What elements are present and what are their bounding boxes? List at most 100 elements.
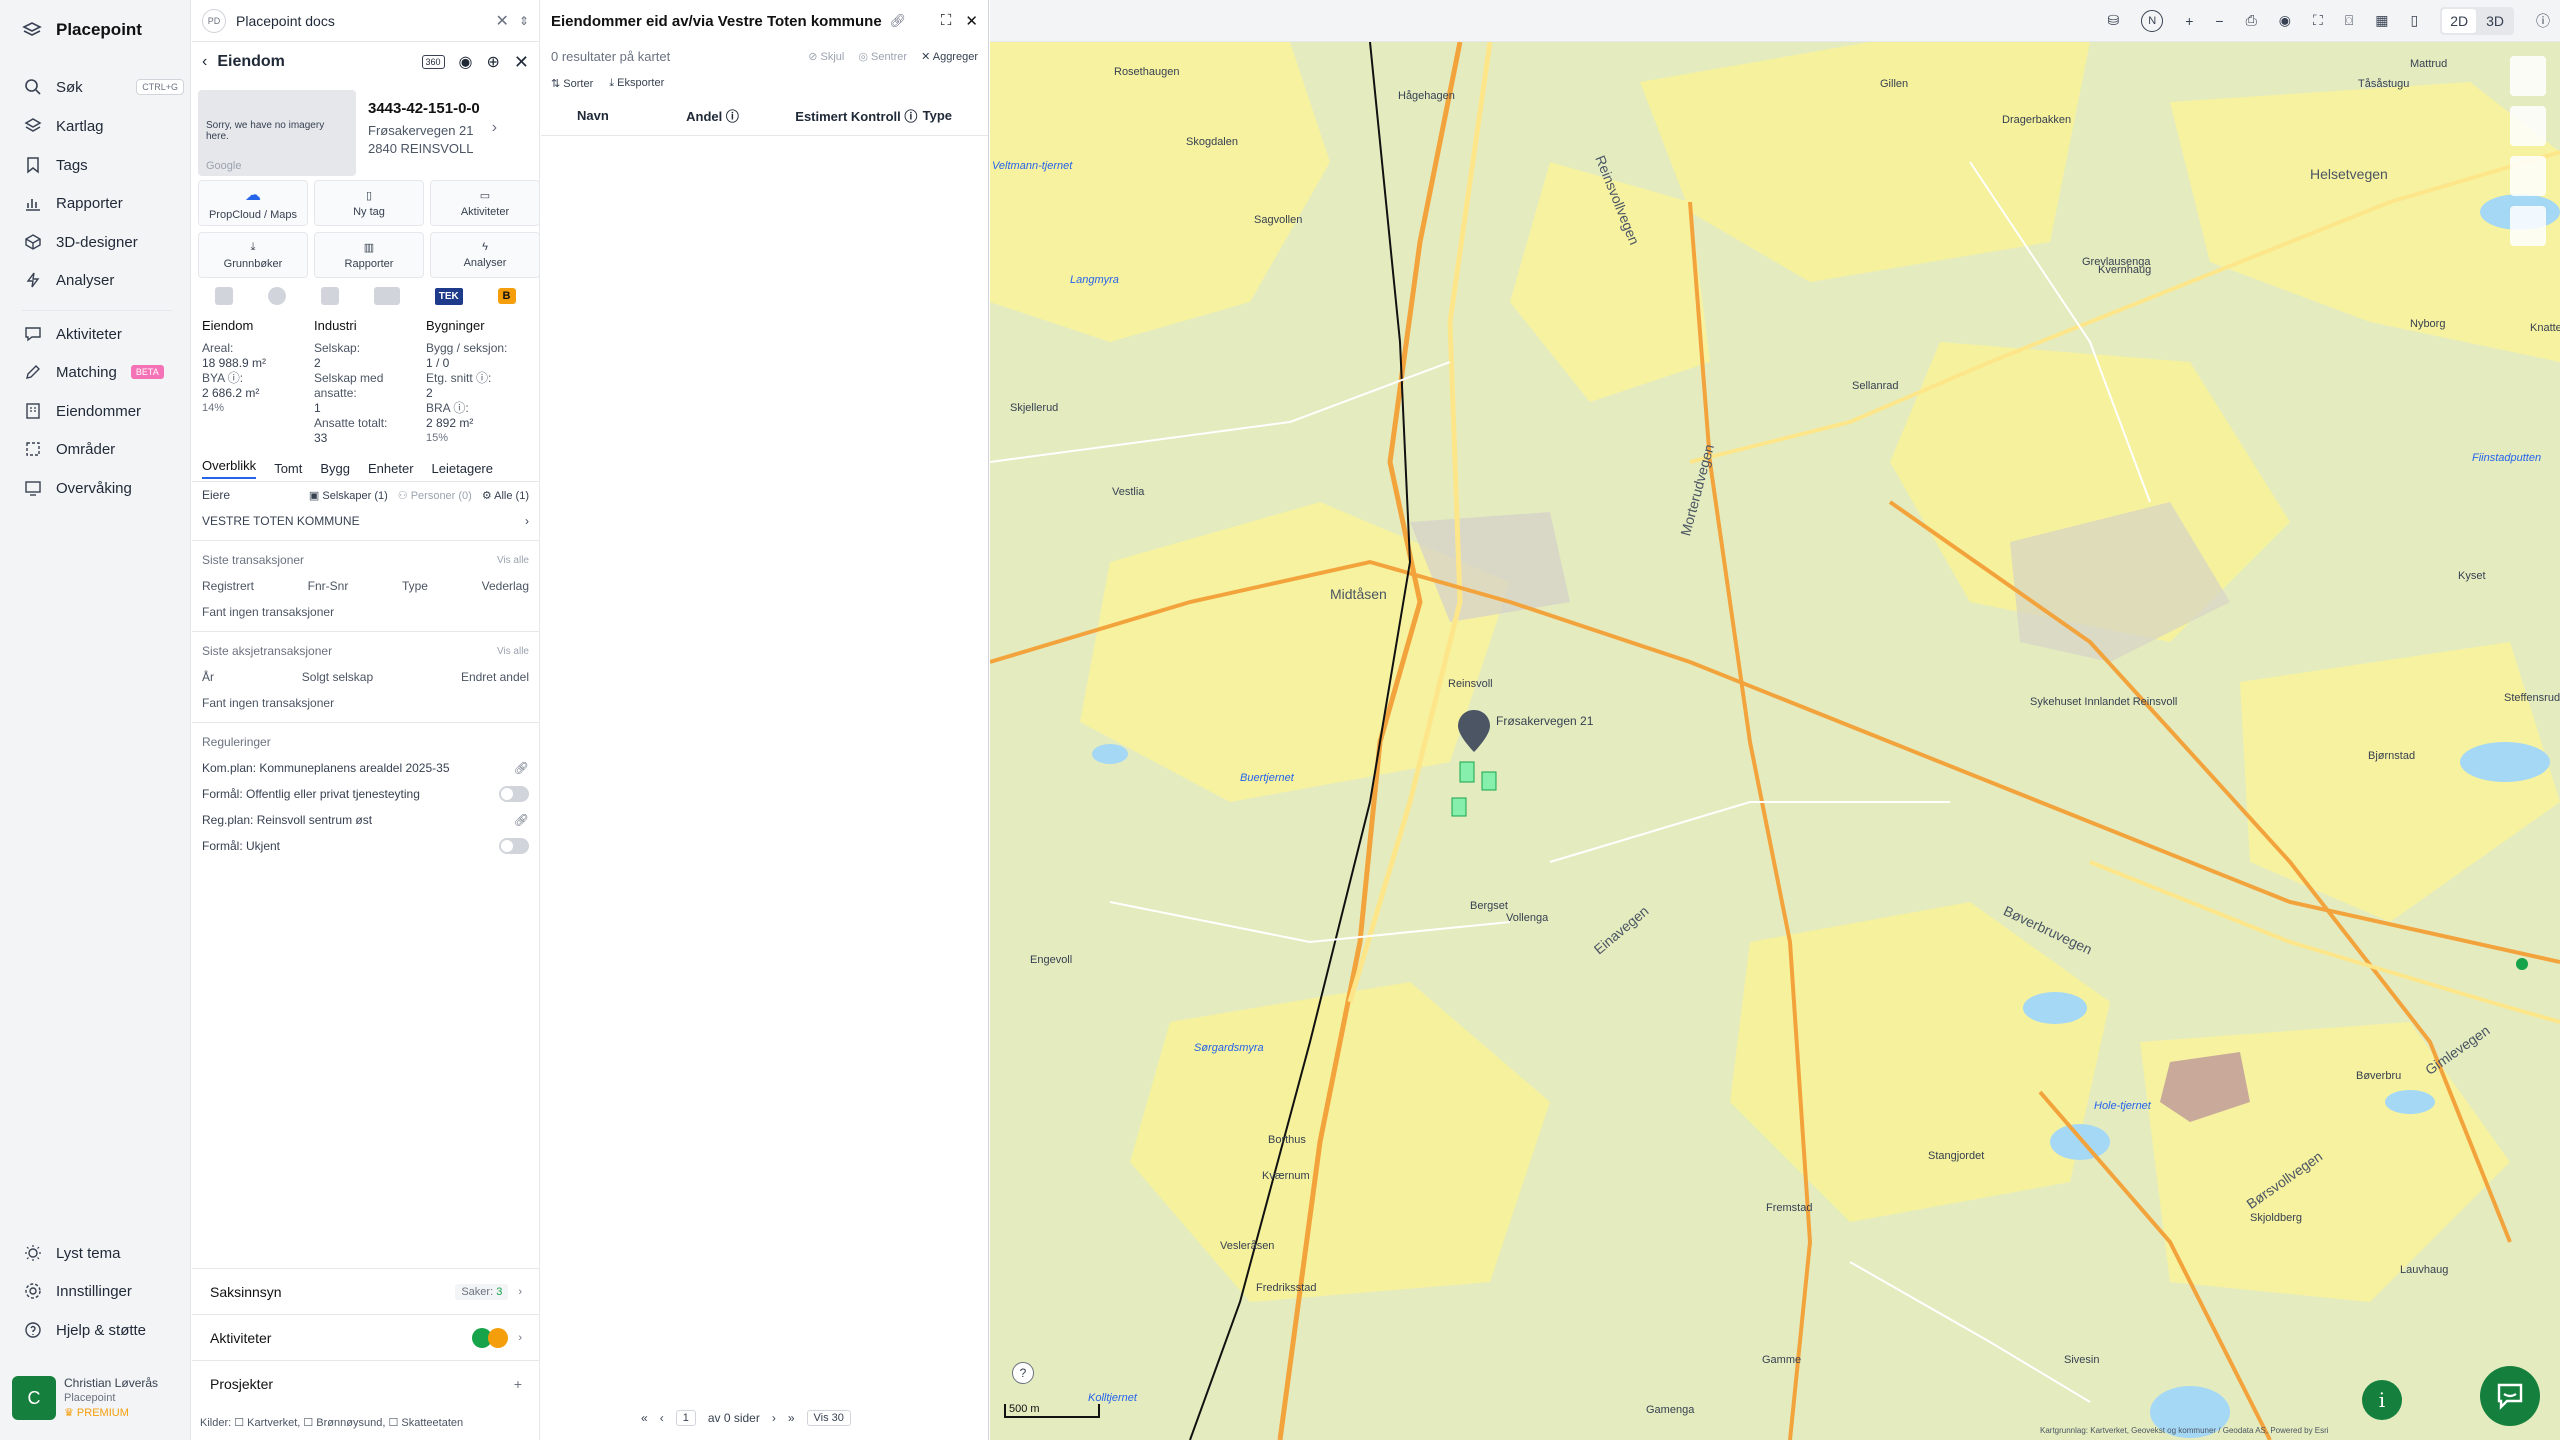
aktiviteter-row[interactable]: Aktiviteter › — [192, 1314, 540, 1360]
nav-omrader[interactable]: Områder — [24, 434, 184, 464]
mode-2d-button[interactable]: 2D — [2442, 8, 2477, 33]
plant-icon[interactable] — [321, 287, 340, 305]
vis-alle-link[interactable]: Vis alle — [497, 555, 529, 566]
filter-alle[interactable]: ⚙ Alle (1) — [482, 489, 529, 502]
globe-icon[interactable] — [2510, 56, 2546, 96]
nav-aktiviteter[interactable]: Aktiviteter — [24, 319, 184, 349]
expand-icon[interactable]: ⇕ — [519, 14, 529, 28]
prosjekter-row[interactable]: Prosjekter + — [192, 1360, 540, 1406]
property-card[interactable]: Sorry, we have no imagery here. Google 3… — [192, 82, 539, 176]
saksinnsyn-row[interactable]: Saksinnsyn Saker: 3 › — [192, 1268, 540, 1314]
link-icon[interactable]: 🔗︎ — [514, 813, 529, 827]
hide-button[interactable]: ⊘ Skjul — [808, 50, 844, 63]
fullscreen-icon[interactable]: ⛶ — [2313, 12, 2323, 29]
nav-kartlag[interactable]: Kartlag — [24, 111, 184, 141]
eye-icon[interactable]: ◉ — [2279, 12, 2291, 29]
col-header[interactable]: Estimert Kontroll ⓘ — [795, 106, 922, 125]
sort-button[interactable]: ⇅ Sorter — [551, 77, 593, 90]
owner-row[interactable]: VESTRE TOTEN KOMMUNE › — [192, 508, 539, 534]
filter-personer[interactable]: ⚇ Personer (0) — [398, 489, 472, 502]
map-help-button[interactable]: ? — [1012, 1362, 1034, 1384]
tile-propcloud[interactable]: ☁ PropCloud / Maps — [198, 180, 308, 226]
user-card[interactable]: C Christian Løverås Placepoint ♛ PREMIUM — [12, 1370, 180, 1426]
b-badge[interactable]: B — [497, 288, 516, 304]
vis-alle-link[interactable]: Vis alle — [497, 646, 529, 657]
buildings-icon[interactable] — [373, 287, 400, 305]
nav-innstillinger[interactable]: Innstillinger — [24, 1276, 184, 1306]
nav-eiendommer[interactable]: Eiendommer — [24, 396, 184, 426]
regulation-toggle[interactable] — [499, 838, 529, 854]
globe-icon[interactable] — [268, 287, 287, 305]
tile-grunnboker[interactable]: ⤓ Grunnbøker — [198, 232, 308, 278]
center-button[interactable]: ◎ Sentrer — [858, 50, 907, 63]
tab-overblikk[interactable]: Overblikk — [202, 458, 257, 479]
add-icon[interactable]: + — [514, 1376, 522, 1392]
close-icon[interactable]: ✕ — [496, 11, 509, 31]
nav-search[interactable]: Søk CTRL+G — [24, 72, 184, 102]
chevron-right-icon[interactable]: › — [492, 119, 497, 137]
last-page-icon[interactable]: » — [788, 1411, 795, 1425]
zoom-in-button[interactable]: + — [2185, 13, 2193, 29]
view360-icon[interactable]: 360 — [421, 55, 445, 69]
nav-tags[interactable]: Tags — [24, 150, 184, 180]
back-icon[interactable]: ‹ — [202, 53, 207, 71]
camera-icon[interactable]: ⌼ — [2345, 12, 2353, 29]
page-size-select[interactable]: Vis 30 — [806, 1410, 851, 1426]
bookmark-icon[interactable]: ▯ — [2410, 12, 2418, 29]
target-icon[interactable]: ⊕ — [487, 52, 500, 72]
tab-leietagere[interactable]: Leietagere — [432, 461, 493, 476]
nav-3d-designer[interactable]: 3D-designer — [24, 227, 184, 257]
regulation-row[interactable]: Kom.plan: Kommuneplanens arealdel 2025-3… — [192, 755, 539, 781]
zoom-out-button[interactable]: − — [2215, 13, 2223, 29]
prev-page-icon[interactable]: ‹ — [660, 1411, 664, 1425]
col-header[interactable]: Andel ⓘ — [686, 106, 795, 125]
logo[interactable]: Placepoint — [22, 20, 142, 40]
tile-aktiviteter[interactable]: ▭ Aktiviteter — [430, 180, 540, 226]
tile-ny-tag[interactable]: ▯ Ny tag — [314, 180, 424, 226]
map-canvas[interactable]: Rosethaugen Dragerbakken Tåsåstugu Helse… — [990, 42, 2560, 1440]
next-page-icon[interactable]: › — [772, 1411, 776, 1425]
page-input[interactable]: 1 — [675, 1410, 696, 1426]
filter-selskaper[interactable]: ▣ Selskaper (1) — [309, 489, 388, 502]
link-icon[interactable]: 🔗︎ — [890, 13, 907, 29]
export-button[interactable]: ⤓ Eksporter — [609, 77, 664, 90]
aggregate-button[interactable]: ✕ Aggreger — [921, 50, 978, 63]
chat-button[interactable] — [2480, 1366, 2540, 1426]
nav-overvaking[interactable]: Overvåking — [24, 473, 184, 503]
regulation-toggle[interactable] — [499, 786, 529, 802]
tab-bygg[interactable]: Bygg — [320, 461, 350, 476]
tab-enheter[interactable]: Enheter — [368, 461, 414, 476]
nav-hjelp[interactable]: Hjelp & støtte — [24, 1315, 184, 1345]
chart-icon[interactable] — [2510, 156, 2546, 196]
info-icon[interactable]: ⓘ — [2536, 11, 2550, 31]
first-page-icon[interactable]: « — [641, 1411, 648, 1425]
nav-rapporter[interactable]: Rapporter — [24, 188, 184, 218]
layers-icon[interactable] — [2510, 106, 2546, 146]
link-icon[interactable]: 🔗︎ — [514, 761, 529, 775]
tek-badge[interactable]: TEK — [434, 287, 463, 305]
docs-tab[interactable]: PD Placepoint docs ✕ ⇕ — [192, 0, 539, 42]
measure-icon[interactable] — [2510, 206, 2546, 246]
nav-matching[interactable]: Matching BETA — [24, 357, 184, 387]
col-header[interactable]: Navn — [577, 108, 686, 123]
marker-label[interactable]: Frøsakervegen 21 — [1496, 714, 1593, 728]
regulation-row[interactable]: Formål: Ukjent — [192, 833, 539, 859]
nav-analyser[interactable]: Analyser — [24, 265, 184, 295]
mode-3d-button[interactable]: 3D — [2478, 9, 2512, 33]
nav-lyst-tema[interactable]: Lyst tema — [24, 1238, 184, 1268]
tile-rapporter[interactable]: ▥ Rapporter — [314, 232, 424, 278]
info-button[interactable]: i — [2362, 1380, 2402, 1420]
tab-tomt[interactable]: Tomt — [274, 461, 302, 476]
fullscreen-icon[interactable]: ⛶ — [941, 12, 952, 30]
layers-stack-icon[interactable]: ⛁ — [2107, 12, 2119, 29]
badge-icon[interactable] — [215, 287, 234, 305]
tile-analyser[interactable]: ϟ Analyser — [430, 232, 540, 278]
regulation-row[interactable]: Reg.plan: Reinsvoll sentrum øst 🔗︎ — [192, 807, 539, 833]
close-icon[interactable]: ✕ — [514, 52, 529, 73]
grid-icon[interactable]: ▦ — [2375, 12, 2388, 29]
north-button[interactable]: N — [2141, 9, 2164, 32]
close-icon[interactable]: ✕ — [965, 12, 978, 30]
eye-icon[interactable]: ◉ — [459, 52, 473, 72]
col-header[interactable]: Type — [923, 108, 952, 123]
print-icon[interactable]: ⎙ — [2246, 12, 2257, 29]
